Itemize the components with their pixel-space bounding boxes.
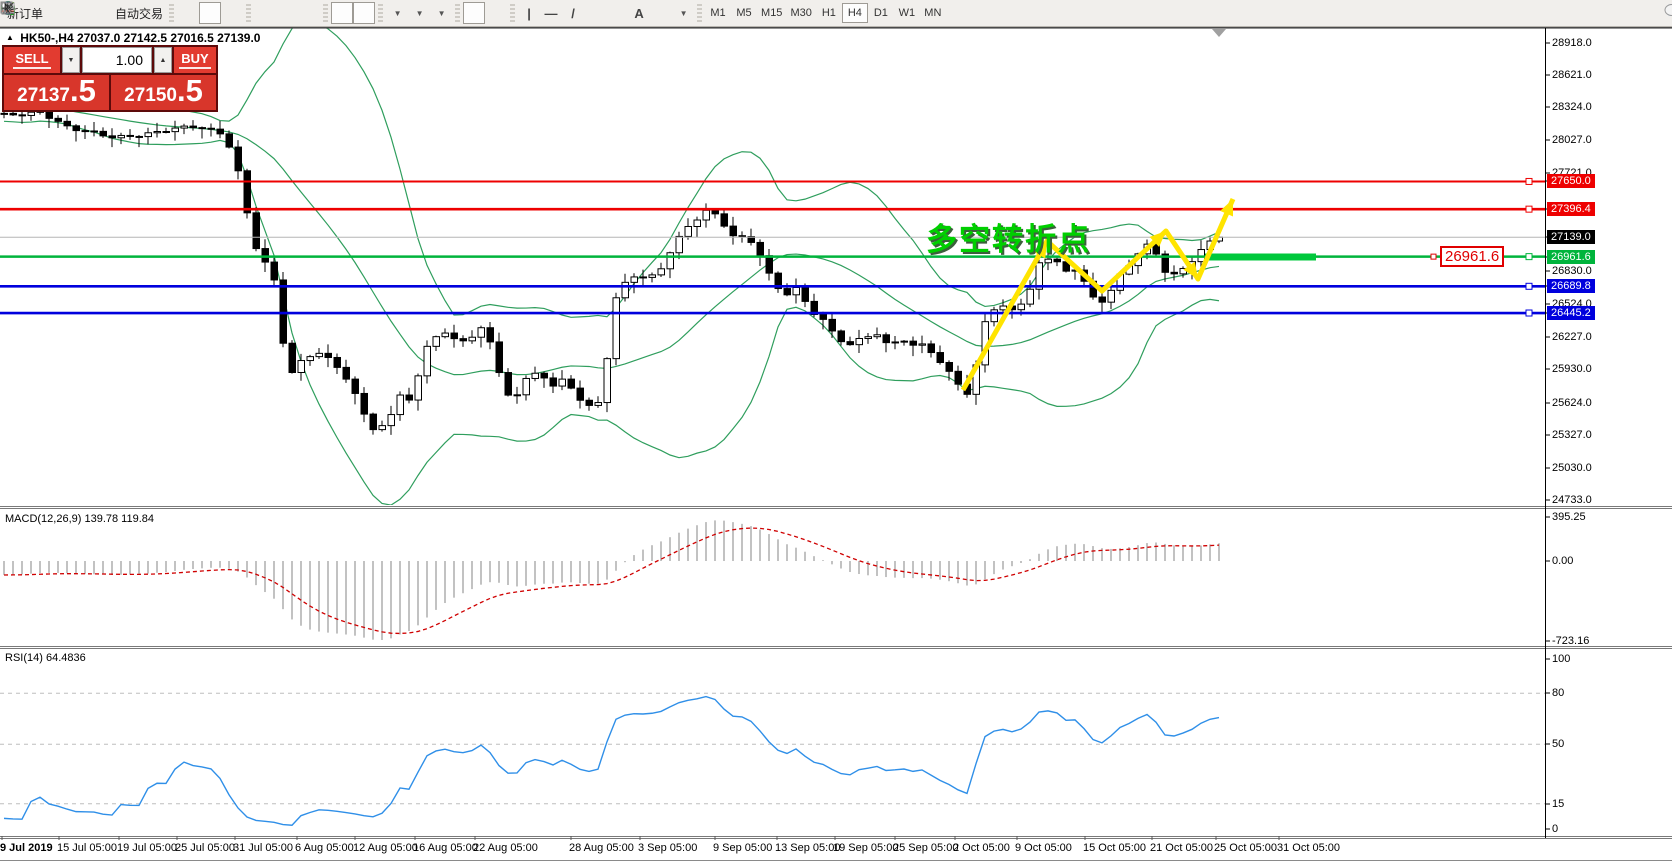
time-axis-label: 25 Jul 05:00 (175, 842, 235, 854)
time-axis-label: 22 Aug 05:00 (473, 842, 538, 854)
time-axis-label: 13 Sep 05:00 (775, 842, 841, 854)
time-axis-label: 2 Oct 05:00 (953, 842, 1010, 854)
rsi-indicator-label: RSI(14) 64.4836 (5, 652, 86, 664)
rsi-axis-tick: 0 (1552, 823, 1559, 835)
chart-title: ▲ HK50-,H4 27037.0 27142.5 27016.5 27139… (6, 31, 260, 45)
chart-text-annotation[interactable]: 多空转折点 (926, 214, 1091, 259)
candlesticks (0, 102, 1223, 435)
price-axis-tick: 25030.0 (1552, 462, 1592, 474)
macd-axis-tick: 0.00 (1552, 555, 1574, 567)
price-axis-tag: 27650.0 (1547, 174, 1595, 188)
macd-axis-tick: 395.25 (1552, 511, 1586, 523)
horizontal-lines[interactable] (0, 177, 1545, 317)
sell-button[interactable]: SELL (4, 47, 60, 73)
time-axis-label: 28 Aug 05:00 (569, 842, 634, 854)
rsi-axis-tick: 15 (1552, 798, 1565, 810)
hline-handle[interactable] (1525, 205, 1533, 213)
rsi-axis-tick: 80 (1552, 687, 1565, 699)
time-axis-label: 16 Aug 05:00 (413, 842, 478, 854)
ohlc-values: 27037.0 27142.5 27016.5 27139.0 (76, 31, 261, 45)
price-axis-tick: 25624.0 (1552, 397, 1592, 409)
hline-handle[interactable] (1525, 309, 1533, 317)
rsi-panel (0, 692, 1545, 826)
sell-price[interactable]: 27137.5 (4, 75, 109, 110)
thick-green-highlight[interactable] (1205, 253, 1316, 261)
volume-increase-button[interactable]: ▲ (154, 47, 172, 73)
volume-decrease-button[interactable]: ▼ (62, 47, 80, 73)
rsi-axis-tick: 100 (1552, 653, 1571, 665)
price-axis-tag: 26689.8 (1547, 279, 1595, 293)
time-axis-label: 15 Oct 05:00 (1083, 842, 1146, 854)
price-axis-tag: 27396.4 (1547, 202, 1595, 216)
macd-panel (3, 520, 1220, 640)
macd-signal-line (3, 527, 1220, 635)
collapse-triangle-icon: ▲ (6, 33, 14, 42)
time-axis-label: 21 Oct 05:00 (1150, 842, 1213, 854)
rsi-axis-tick: 50 (1552, 738, 1565, 750)
price-axis-tag: 26445.2 (1547, 306, 1595, 320)
hline-handle[interactable] (1525, 282, 1533, 290)
macd-indicator-label: MACD(12,26,9) 139.78 119.84 (5, 513, 154, 525)
price-axis-tick: 28621.0 (1552, 69, 1592, 81)
volume-input[interactable]: 1.00 (82, 47, 152, 73)
panel-frames (0, 27, 1672, 861)
price-axis-tick: 25930.0 (1552, 363, 1592, 375)
time-axis-label: 3 Sep 05:00 (638, 842, 698, 854)
price-axis-tag: 27139.0 (1547, 230, 1595, 244)
price-axis-tick: 26830.0 (1552, 265, 1592, 277)
hline-handle[interactable] (1525, 177, 1533, 185)
price-axis-tick: 28918.0 (1552, 37, 1592, 49)
terminal-window: 新订单 自动交易 ▼ ▼ ▼ | — / E F A ▼ M1 M5 M15 M… (0, 0, 1672, 862)
macd-axis-tick: -723.16 (1552, 635, 1590, 647)
time-axis-label: 9 Sep 05:00 (713, 842, 773, 854)
price-tag-anchor (1430, 253, 1437, 260)
price-level-tag[interactable]: 26961.6 (1440, 246, 1505, 267)
time-axis-label: 6 Aug 05:00 (295, 842, 354, 854)
price-axis-tick: 26227.0 (1552, 331, 1592, 343)
price-axis-tick: 28324.0 (1552, 101, 1592, 113)
hline-handle[interactable] (1525, 253, 1533, 261)
time-axis-label: 25 Oct 05:00 (1214, 842, 1277, 854)
time-axis-label: 9 Oct 05:00 (1015, 842, 1072, 854)
chart-canvas[interactable] (0, 0, 1672, 862)
time-axis-label: 12 Aug 05:00 (353, 842, 418, 854)
symbol-period: HK50-,H4 (20, 31, 74, 45)
chart-shift-marker-icon[interactable] (1212, 29, 1226, 37)
buy-price[interactable]: 27150.5 (111, 75, 216, 110)
time-axis-label: 25 Sep 05:00 (893, 842, 959, 854)
time-axis-label: 31 Jul 05:00 (233, 842, 293, 854)
one-click-trading-panel: SELL ▼ 1.00 ▲ BUY 27137.5 27150.5 (2, 45, 218, 112)
time-axis-label: 15 Jul 05:00 (57, 842, 117, 854)
time-axis-label: 31 Oct 05:00 (1277, 842, 1340, 854)
price-axis-tick: 25327.0 (1552, 429, 1592, 441)
rsi-line (3, 695, 1220, 826)
price-axis-tag: 26961.6 (1547, 250, 1595, 264)
time-axis-label: 19 Sep 05:00 (833, 842, 899, 854)
price-axis-tick: 28027.0 (1552, 134, 1592, 146)
price-axis-tick: 24733.0 (1552, 494, 1592, 506)
time-axis-label: 9 Jul 2019 (0, 842, 53, 854)
buy-button[interactable]: BUY (174, 47, 216, 73)
time-axis-label: 19 Jul 05:00 (117, 842, 177, 854)
